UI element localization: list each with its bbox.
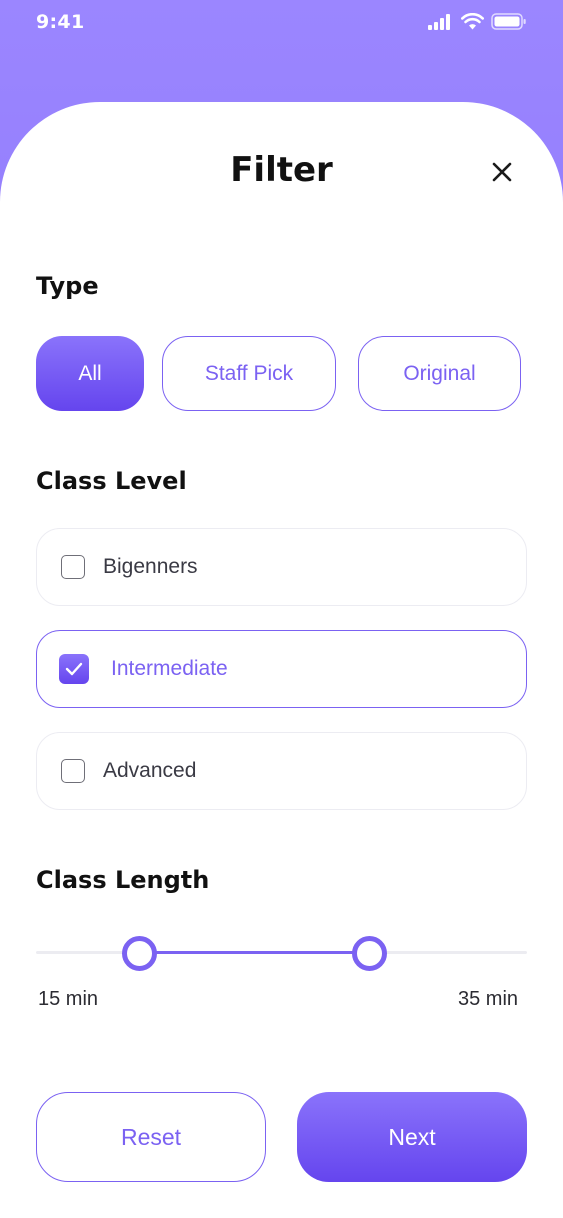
- status-bar: 9:41: [0, 0, 563, 48]
- checkbox-checked[interactable]: [59, 654, 89, 684]
- chip-label: Original: [403, 361, 476, 385]
- level-label: Advanced: [103, 759, 197, 782]
- next-button-label: Next: [388, 1123, 436, 1150]
- slider-selected-range: [139, 951, 369, 954]
- status-icons: [428, 13, 527, 30]
- class-level-section-title: Class Level: [36, 467, 187, 495]
- close-button[interactable]: [486, 156, 518, 188]
- status-time: 9:41: [36, 11, 85, 33]
- reset-button[interactable]: Reset: [36, 1092, 266, 1182]
- slider-max-label: 35 min: [458, 988, 519, 1010]
- level-label: Intermediate: [111, 657, 228, 680]
- close-icon: [492, 162, 512, 182]
- type-chip-original[interactable]: Original: [358, 336, 521, 411]
- class-length-section-title: Class Length: [36, 866, 210, 894]
- page-title: Filter: [230, 150, 333, 190]
- level-option-intermediate[interactable]: Intermediate: [36, 630, 527, 708]
- reset-button-label: Reset: [120, 1123, 182, 1150]
- next-button[interactable]: Next: [297, 1092, 527, 1182]
- level-label: Bigenners: [103, 555, 198, 578]
- wifi-icon: [461, 13, 484, 30]
- checkbox[interactable]: [61, 555, 85, 579]
- level-option-advanced[interactable]: Advanced: [36, 732, 527, 810]
- level-option-beginners[interactable]: Bigenners: [36, 528, 527, 606]
- type-section-title: Type: [36, 272, 99, 300]
- chip-label: All: [78, 361, 102, 385]
- slider-max-thumb[interactable]: [352, 936, 387, 971]
- type-chip-staff-pick[interactable]: Staff Pick: [162, 336, 336, 411]
- checkbox[interactable]: [61, 759, 85, 783]
- signal-icon: [428, 13, 450, 30]
- slider-min-label: 15 min: [38, 988, 99, 1010]
- chip-label: Staff Pick: [204, 361, 294, 385]
- type-chip-all[interactable]: All: [36, 336, 144, 411]
- slider-min-thumb[interactable]: [122, 936, 157, 971]
- battery-icon: [491, 13, 526, 30]
- check-icon: [65, 662, 83, 676]
